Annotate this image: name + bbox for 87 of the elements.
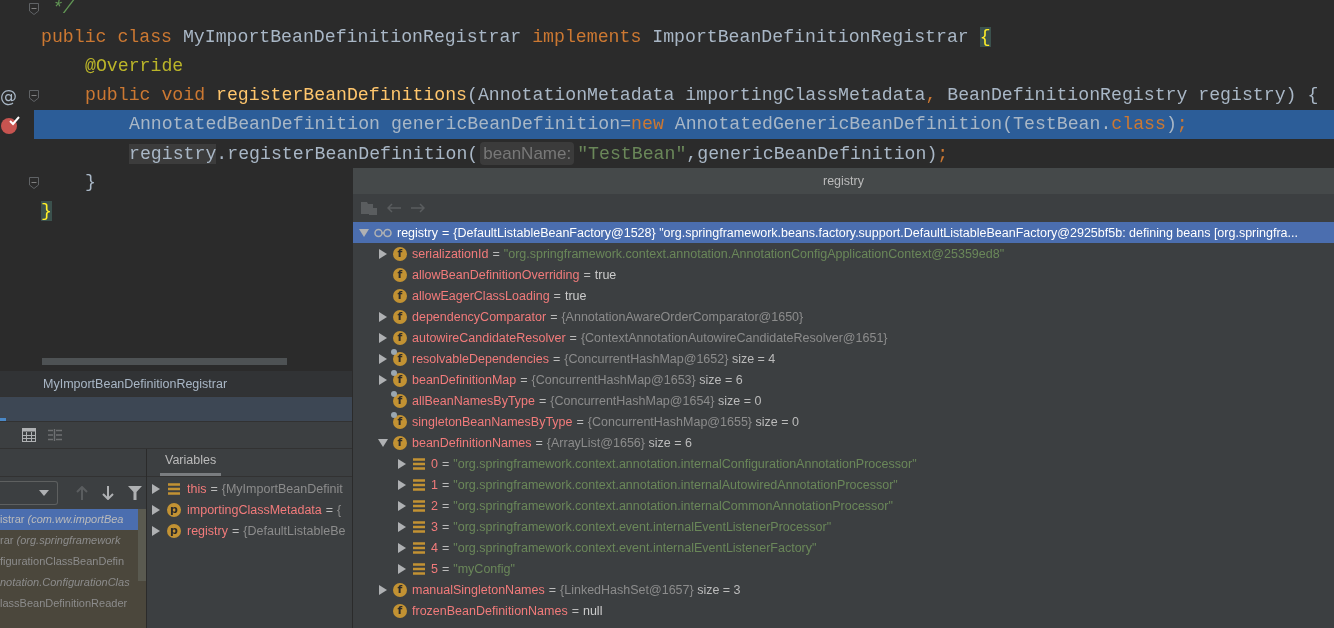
static-field-icon: f <box>393 351 407 366</box>
expand-arrow-icon[interactable] <box>397 479 407 490</box>
expand-arrow-icon[interactable] <box>378 332 388 343</box>
parameter-icon: p <box>167 502 181 517</box>
variable-entry[interactable]: serializationId = "org.springframework.context.annotation.AnnotationConfigApplicationContext@25359ed8" <box>412 246 1005 261</box>
fold-marker-icon[interactable] <box>29 89 39 102</box>
filter-icon[interactable] <box>128 486 142 500</box>
variable-entry[interactable]: autowireCandidateResolver = {ContextAnnotationAutowireCandidateResolver@1651} <box>412 330 888 345</box>
variable-entry[interactable]: beanDefinitionNames = {ArrayList@1656} size = 6 <box>412 435 692 450</box>
variable-entry[interactable]: resolvableDependencies = {ConcurrentHashMap@1652} size = 4 <box>412 351 776 366</box>
expand-arrow-icon[interactable] <box>397 458 407 469</box>
variable-entry[interactable]: 1 = "org.springframework.context.annotation.internalAutowiredAnnotationProcessor" <box>431 477 898 492</box>
variable-entry[interactable]: 4 = "org.springframework.context.event.internalEventListenerFactory" <box>431 540 817 555</box>
list-item-icon <box>412 540 426 555</box>
static-field-icon: f <box>393 393 407 408</box>
expand-arrow-icon[interactable] <box>151 504 161 515</box>
expand-arrow-icon[interactable] <box>397 563 407 574</box>
variables-tab[interactable]: Variables <box>160 453 222 476</box>
field-icon: f <box>393 267 407 282</box>
scrollbar-thumb[interactable] <box>42 358 287 365</box>
variable-entry[interactable]: 3 = "org.springframework.context.event.internalEventListenerProcessor" <box>431 519 832 534</box>
code-line: public class MyImportBeanDefinitionRegistrar implements ImportBeanDefinitionRegistrar { <box>40 26 991 49</box>
glasses-icon <box>374 226 392 239</box>
stack-frame[interactable]: rar (org.springframework <box>0 530 138 551</box>
variable-entry[interactable]: 2 = "org.springframework.context.annotation.internalCommonAnnotationProcessor" <box>431 498 893 513</box>
variable-entry[interactable]: 0 = "org.springframework.context.annotation.internalConfigurationAnnotationProcessor" <box>431 456 917 471</box>
selected-tree-row[interactable]: registry = {DefaultListableBeanFactory@1528} "org.springframework.beans.factory.support.DefaultListableBeanFactory@2925bf5b: defining beans [org.springfra... <box>353 222 1334 243</box>
expand-arrow-icon[interactable] <box>378 248 388 259</box>
expand-arrow-icon[interactable] <box>397 542 407 553</box>
field-icon: f <box>393 288 407 303</box>
variable-entry[interactable]: allowBeanDefinitionOverriding = true <box>412 267 617 282</box>
down-arrow-icon[interactable] <box>102 486 114 500</box>
code-line: @Override <box>84 55 184 78</box>
stack-frame[interactable]: figurationClassBeanDefin <box>0 551 138 572</box>
popup-title: registry <box>823 174 864 188</box>
expand-arrow-icon[interactable] <box>378 311 388 322</box>
code-line: public void registerBeanDefinitions(AnnotationMetadata importingClassMetadata, BeanDefinitionRegistry registry) { <box>84 84 1319 107</box>
active-tab-indicator <box>0 418 6 421</box>
variable-entry[interactable]: allBeanNamesByType = {ConcurrentHashMap@1654} size = 0 <box>412 393 762 408</box>
breakpoint-icon[interactable] <box>0 114 20 135</box>
variable-entry[interactable]: beanDefinitionMap = {ConcurrentHashMap@1653} size = 6 <box>412 372 743 387</box>
expand-arrow-icon[interactable] <box>151 525 161 536</box>
expand-arrow-icon[interactable] <box>397 500 407 511</box>
variable-entry[interactable]: allowEagerClassLoading = true <box>412 288 587 303</box>
variable-entry[interactable]: singletonBeanNamesByType = {ConcurrentHashMap@1655} size = 0 <box>412 414 799 429</box>
scrollbar-thumb[interactable] <box>138 509 146 581</box>
field-icon: f <box>393 435 407 450</box>
field-icon: f <box>393 246 407 261</box>
list-item-icon <box>412 477 426 492</box>
expand-arrow-icon[interactable] <box>151 483 161 494</box>
thread-dropdown[interactable] <box>0 481 58 505</box>
static-field-icon: f <box>393 372 407 387</box>
code-line: */ <box>50 0 74 20</box>
variable-entry[interactable]: 5 = "myConfig" <box>431 561 515 576</box>
fold-marker-icon[interactable] <box>29 2 39 15</box>
list-item-icon <box>412 498 426 513</box>
list-item-icon <box>412 561 426 576</box>
variable-entry[interactable]: manualSingletonNames = {LinkedHashSet@1657} size = 3 <box>412 582 741 597</box>
variable-entry[interactable]: importingClassMetadata = { <box>187 502 342 517</box>
field-icon: f <box>393 603 407 618</box>
code-line: } <box>84 171 96 194</box>
breadcrumb[interactable]: MyImportBeanDefinitionRegistrar <box>43 376 228 391</box>
expand-arrow-icon[interactable] <box>378 584 388 595</box>
expand-arrow-icon[interactable] <box>397 521 407 532</box>
parameter-icon: p <box>167 523 181 538</box>
variable-entry[interactable]: registry = {DefaultListableBe <box>187 523 346 538</box>
expand-arrow-icon[interactable] <box>378 374 388 385</box>
stack-frame[interactable]: notation.ConfigurationClas <box>0 572 138 593</box>
fold-marker-icon[interactable] <box>29 176 39 189</box>
code-line: registry.registerBeanDefinition( beanName: "TestBean",genericBeanDefinition); <box>128 141 949 167</box>
field-icon: f <box>393 330 407 345</box>
variable-entry[interactable]: this = {MyImportBeanDefinit <box>187 481 343 496</box>
collapse-arrow-icon[interactable] <box>378 437 388 448</box>
list-item-icon <box>167 481 181 496</box>
dropdown-caret-icon <box>39 490 49 496</box>
expand-arrow-icon[interactable] <box>378 353 388 364</box>
list-item-icon <box>412 456 426 471</box>
field-icon: f <box>393 582 407 597</box>
field-icon: f <box>393 309 407 324</box>
override-marker[interactable]: @ <box>0 85 17 106</box>
static-field-icon: f <box>393 414 407 429</box>
variable-entry[interactable]: frozenBeanDefinitionNames = null <box>412 603 603 618</box>
table-icon[interactable] <box>22 428 36 442</box>
variable-entry[interactable]: registry = {DefaultListableBeanFactory@1528} "org.springframework.beans.factory.support.DefaultListableBeanFactory@2925bf5b: defining beans [org.springfra... <box>397 225 1298 240</box>
stack-frame[interactable]: lassBeanDefinitionReader <box>0 593 138 614</box>
variable-entry[interactable]: dependencyComparator = {AnnotationAwareOrderComparator@1650} <box>412 309 804 324</box>
list-item-icon <box>412 519 426 534</box>
